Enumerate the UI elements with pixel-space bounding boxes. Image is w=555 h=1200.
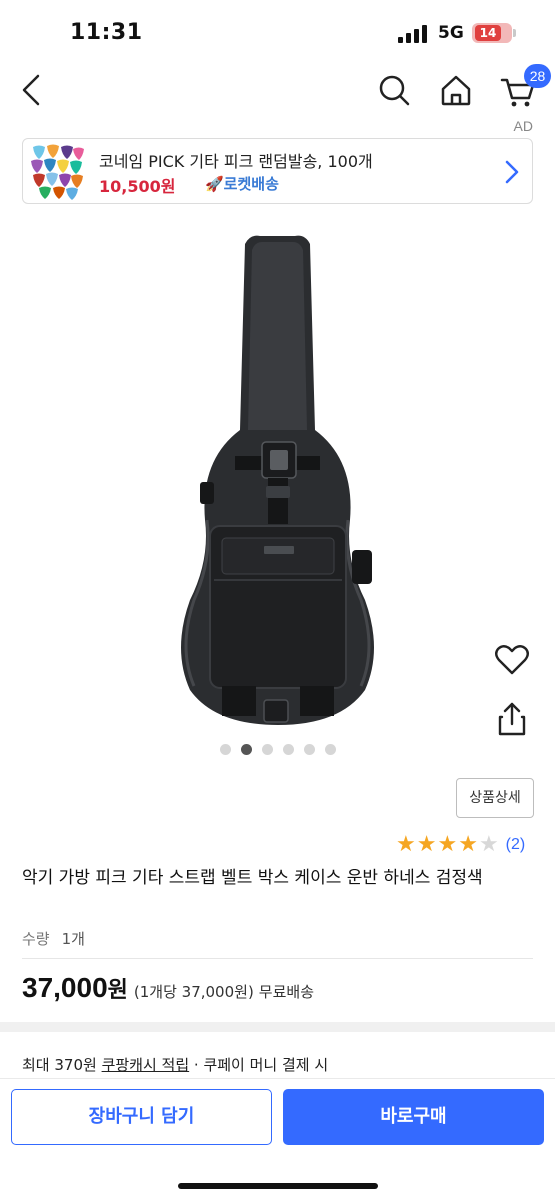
quantity-row: 수량 1개 xyxy=(22,928,85,949)
quantity-label: 수량 xyxy=(22,930,50,948)
shipping-info: 무료배송 xyxy=(258,983,314,1001)
quantity-value: 1개 xyxy=(61,930,85,948)
image-pagination-dots xyxy=(220,744,336,756)
cash-suffix: · 쿠페이 머니 결제 시 xyxy=(189,1056,329,1074)
price-row: 37,000 원 (1개당 37,000원) 무료배송 xyxy=(22,972,314,1012)
cash-prefix: 최대 370원 xyxy=(22,1056,102,1074)
rocket-delivery-badge: 🚀로켓배송 xyxy=(205,175,279,193)
ad-title: 코네임 PICK 기타 피크 랜덤발송, 100개 xyxy=(99,152,373,171)
pagination-dot[interactable] xyxy=(262,744,273,755)
product-image-guitar-case[interactable] xyxy=(0,220,555,740)
search-icon[interactable] xyxy=(376,70,412,110)
section-separator xyxy=(0,1022,555,1032)
star-icon: ★ xyxy=(437,832,458,857)
home-icon[interactable] xyxy=(438,70,474,110)
ad-label: AD xyxy=(513,118,533,134)
ad-price: 10,500원 xyxy=(99,177,176,196)
star-icon: ★ xyxy=(396,832,416,857)
guitar-picks-thumbnail xyxy=(31,144,84,200)
coupang-cash-link[interactable]: 쿠팡캐시 적립 xyxy=(102,1056,190,1074)
chevron-left-icon[interactable] xyxy=(16,70,50,110)
pagination-dot[interactable] xyxy=(325,744,336,755)
network-type: 5G xyxy=(438,23,464,43)
home-indicator xyxy=(178,1183,378,1189)
product-detail-button[interactable]: 상품상세 xyxy=(456,778,534,818)
pagination-dot[interactable] xyxy=(283,744,294,755)
pagination-dot-active[interactable] xyxy=(241,744,252,755)
bottom-action-bar: 장바구니 담기 바로구매 xyxy=(0,1078,555,1200)
rating-stars[interactable]: ★ ★ ★ ★ ★ (2) xyxy=(396,832,525,858)
cart-count-badge: 28 xyxy=(524,64,551,88)
status-time: 11:31 xyxy=(70,20,143,45)
cash-reward-text: 최대 370원 쿠팡캐시 적립 · 쿠페이 머니 결제 시 xyxy=(22,1054,328,1075)
star-empty-icon: ★ xyxy=(478,832,499,857)
add-to-cart-button[interactable]: 장바구니 담기 xyxy=(11,1089,272,1145)
status-bar: 11:31 5G 14 xyxy=(0,0,555,60)
share-icon[interactable] xyxy=(494,700,530,738)
chevron-right-icon[interactable] xyxy=(504,159,520,185)
pagination-dot[interactable] xyxy=(220,744,231,755)
star-icon: ★ xyxy=(416,832,437,857)
star-icon: ★ xyxy=(458,832,478,857)
price-currency: 원 xyxy=(107,978,128,1003)
unit-price: (1개당 37,000원) xyxy=(133,983,254,1001)
top-nav: 28 xyxy=(0,60,555,120)
review-count[interactable]: (2) xyxy=(506,836,526,854)
divider xyxy=(22,958,533,959)
battery-icon: 14 xyxy=(472,23,516,43)
battery-level: 14 xyxy=(475,25,501,41)
buy-now-button[interactable]: 바로구매 xyxy=(283,1089,544,1145)
ad-banner[interactable]: 코네임 PICK 기타 피크 랜덤발송, 100개 10,500원 🚀로켓배송 xyxy=(22,138,533,204)
heart-icon[interactable] xyxy=(494,642,530,678)
signal-icon xyxy=(398,25,427,43)
product-title: 악기 가방 피크 기타 스트랩 벨트 박스 케이스 운반 하네스 검정색 xyxy=(22,868,483,888)
pagination-dot[interactable] xyxy=(304,744,315,755)
price: 37,000 xyxy=(22,972,108,1003)
